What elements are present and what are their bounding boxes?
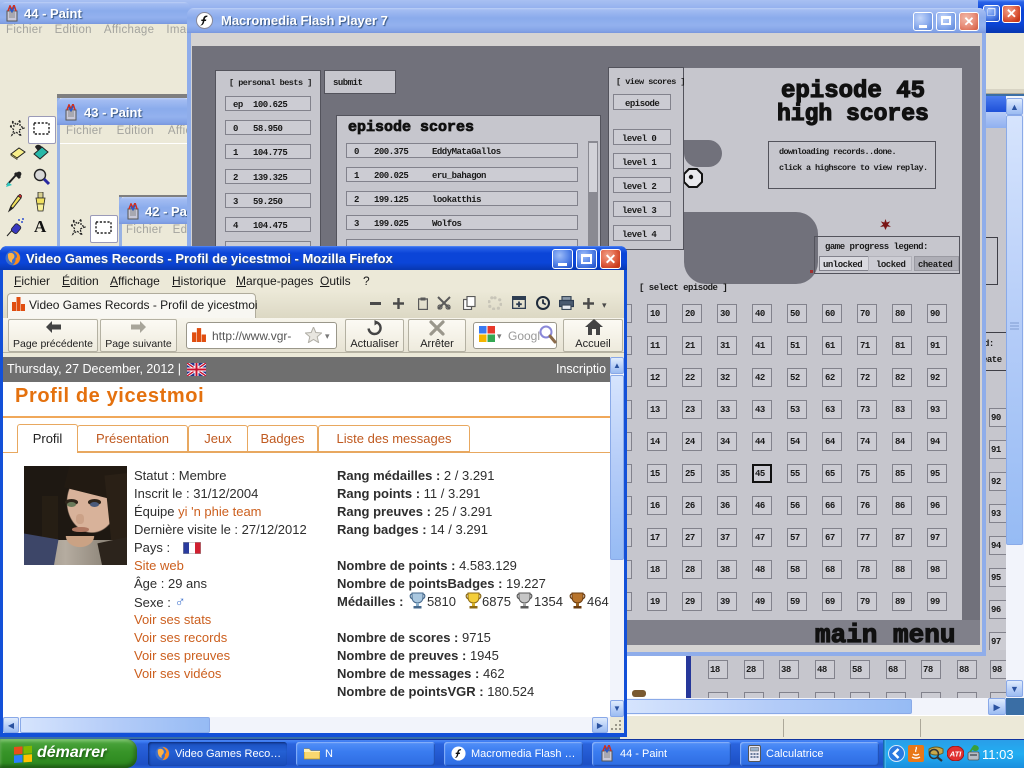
svg-text:ATI: ATI bbox=[949, 750, 962, 759]
